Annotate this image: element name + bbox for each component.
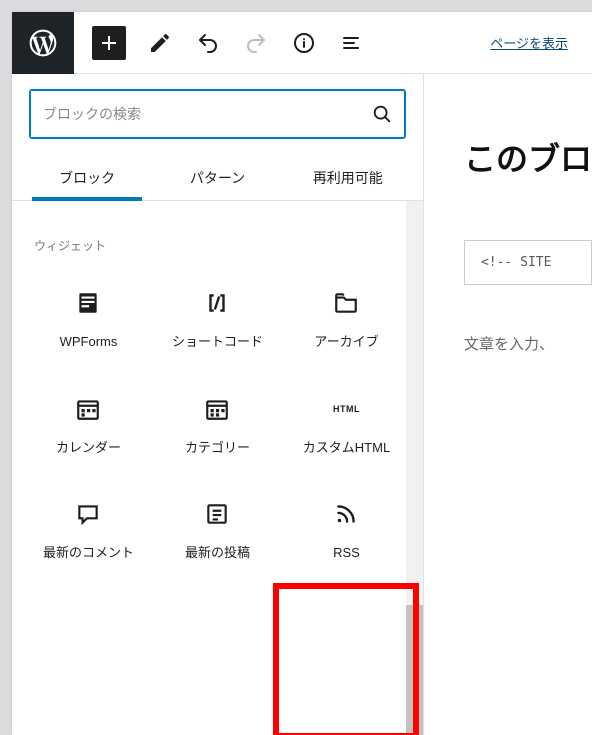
search-icon: [360, 91, 404, 137]
block-shortcode[interactable]: ショートコード: [153, 268, 282, 370]
paragraph-placeholder[interactable]: 文章を入力、: [464, 333, 592, 354]
posts-icon: [204, 501, 230, 527]
block-label: WPForms: [60, 332, 118, 352]
html-icon: HTML: [333, 396, 359, 422]
block-label: 最新のコメント: [43, 543, 134, 563]
block-label: カレンダー: [56, 438, 121, 458]
shortcode-icon: [204, 290, 230, 316]
comment-icon: [75, 501, 101, 527]
block-label: カスタムHTML: [303, 438, 390, 458]
search-input[interactable]: [31, 91, 360, 137]
html-block-content[interactable]: <!-- SITE: [464, 240, 592, 285]
block-latest-comments[interactable]: 最新のコメント: [24, 479, 153, 581]
block-calendar[interactable]: カレンダー: [24, 374, 153, 476]
archive-icon: [333, 290, 359, 316]
block-label: アーカイブ: [314, 332, 378, 352]
calendar-icon: [75, 396, 101, 422]
block-label: ショートコード: [172, 332, 263, 352]
rss-icon: [333, 501, 359, 527]
view-page-link[interactable]: ページを表示: [482, 33, 576, 52]
categories-icon: [204, 396, 230, 422]
add-block-button[interactable]: [92, 26, 126, 60]
block-rss[interactable]: RSS: [282, 479, 411, 581]
redo-button: [232, 19, 280, 67]
block-categories[interactable]: カテゴリー: [153, 374, 282, 476]
block-custom-html[interactable]: HTML カスタムHTML: [282, 374, 411, 476]
block-wpforms[interactable]: WPForms: [24, 268, 153, 370]
block-archives[interactable]: アーカイブ: [282, 268, 411, 370]
tab-patterns[interactable]: パターン: [152, 154, 282, 200]
tab-blocks[interactable]: ブロック: [22, 154, 152, 200]
wordpress-logo[interactable]: [12, 12, 74, 74]
list-view-button[interactable]: [328, 19, 376, 67]
block-label: 最新の投稿: [185, 543, 250, 563]
info-button[interactable]: [280, 19, 328, 67]
page-title[interactable]: このブロ: [464, 134, 592, 180]
form-icon: [75, 290, 101, 316]
block-label: RSS: [333, 543, 360, 563]
block-label: カテゴリー: [185, 438, 250, 458]
scrollbar-thumb[interactable]: [406, 605, 423, 735]
highlight-box: [273, 583, 419, 735]
edit-mode-button[interactable]: [136, 19, 184, 67]
block-search-field[interactable]: [30, 90, 405, 138]
undo-button[interactable]: [184, 19, 232, 67]
tab-reusable[interactable]: 再利用可能: [283, 154, 413, 200]
block-latest-posts[interactable]: 最新の投稿: [153, 479, 282, 581]
category-label: ウィジェット: [12, 201, 423, 268]
